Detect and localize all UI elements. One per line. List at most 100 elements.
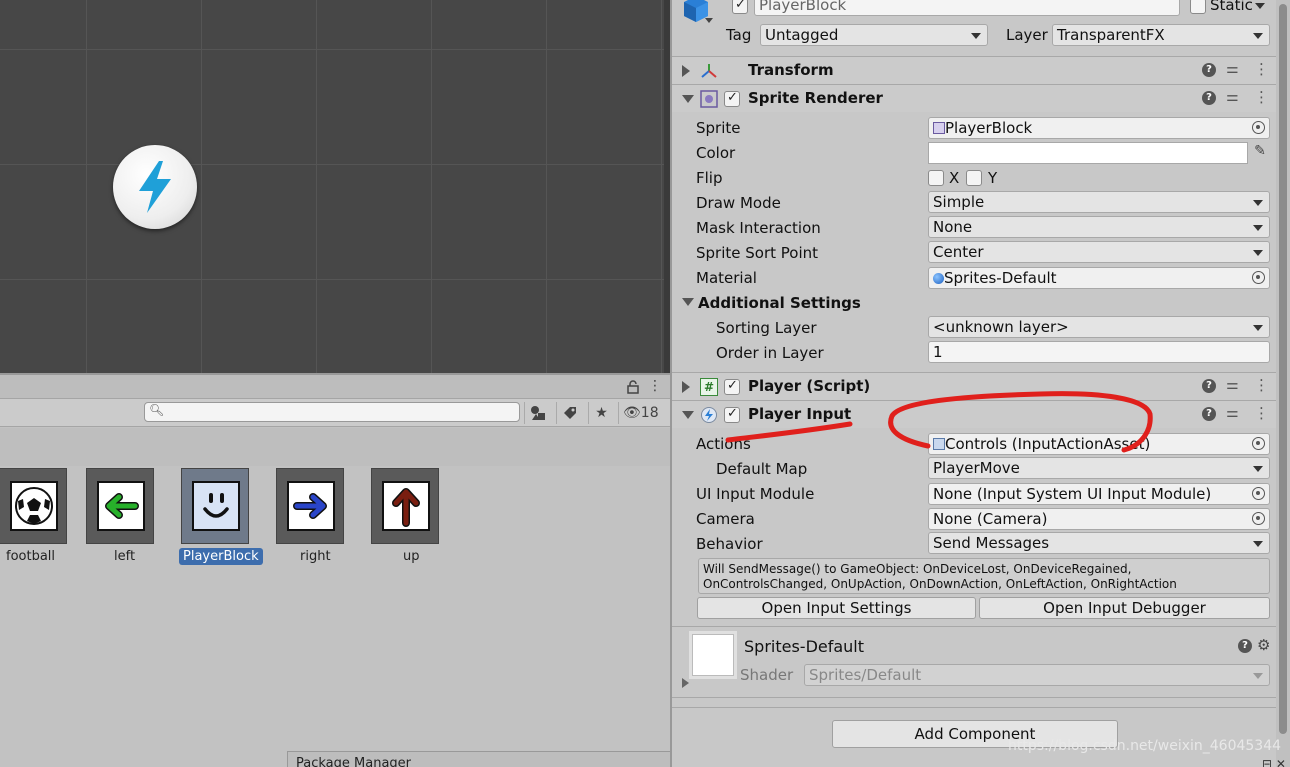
color-swatch[interactable] <box>928 142 1248 164</box>
asset-football[interactable]: football <box>0 468 96 568</box>
ui-input-module-field[interactable]: None (Input System UI Input Module) <box>928 483 1270 505</box>
foldout-arrow-icon[interactable] <box>682 298 694 306</box>
arrow-right-icon <box>287 481 335 531</box>
sorting-layer-dropdown[interactable]: <unknown layer> <box>928 316 1270 338</box>
foldout-arrow-icon[interactable] <box>682 95 694 103</box>
object-picker-icon[interactable] <box>1252 487 1265 500</box>
material-asset-icon <box>933 273 944 284</box>
filter-by-label-icon[interactable] <box>556 402 582 424</box>
asset-playerblock[interactable]: PlayerBlock <box>179 468 276 568</box>
sprite-renderer-enabled-checkbox[interactable] <box>724 90 740 107</box>
default-map-dropdown[interactable]: PlayerMove <box>928 457 1270 479</box>
grid-line <box>661 0 662 373</box>
search-input[interactable] <box>165 404 515 420</box>
help-icon[interactable]: ? <box>1202 407 1216 421</box>
open-input-debugger-button[interactable]: Open Input Debugger <box>979 597 1270 619</box>
asset-label: PlayerBlock <box>179 548 263 565</box>
help-icon[interactable]: ? <box>1202 91 1216 105</box>
grid-line <box>0 49 670 50</box>
flip-label: Flip <box>696 169 723 187</box>
material-field[interactable]: Sprites-Default <box>928 267 1270 289</box>
gameobject-active-checkbox[interactable] <box>732 0 748 14</box>
sprite-renderer-header[interactable]: Sprite Renderer ? ⚌ ⋮ <box>672 84 1276 112</box>
foldout-arrow-icon[interactable] <box>682 65 690 77</box>
player-input-header[interactable]: Player Input ? ⚌ ⋮ <box>672 400 1276 428</box>
asset-grid: football left PlayerBlock right up <box>0 466 670 767</box>
kebab-menu-icon[interactable]: ⋮ <box>1254 404 1269 422</box>
scene-view[interactable] <box>0 0 670 373</box>
order-in-layer-field[interactable]: 1 <box>928 341 1270 363</box>
help-text-line: Will SendMessage() to GameObject: OnDevi… <box>703 562 1132 576</box>
behavior-dropdown[interactable]: Send Messages <box>928 532 1270 554</box>
help-text-line: OnControlsChanged, OnUpAction, OnDownAct… <box>703 577 1177 591</box>
player-input-enabled-checkbox[interactable] <box>724 406 740 423</box>
mask-interaction-dropdown[interactable]: None <box>928 216 1270 238</box>
chevron-down-icon <box>1253 33 1263 39</box>
help-icon[interactable]: ? <box>1202 63 1216 77</box>
foldout-arrow-icon[interactable] <box>682 381 690 393</box>
gear-icon[interactable]: ⚙ <box>1257 636 1270 654</box>
asset-right[interactable]: right <box>276 468 372 568</box>
kebab-menu-icon[interactable]: ⋮ <box>1254 60 1269 78</box>
presets-icon[interactable]: ⚌ <box>1226 405 1239 421</box>
static-label: Static <box>1210 0 1253 14</box>
layer-dropdown[interactable]: TransparentFX <box>1052 24 1270 46</box>
icon-dropdown-caret[interactable] <box>705 18 713 23</box>
asset-thumbnail <box>181 468 249 544</box>
object-picker-icon[interactable] <box>1252 121 1265 134</box>
camera-field[interactable]: None (Camera) <box>928 508 1270 530</box>
player-sprite[interactable] <box>113 145 197 229</box>
flip-x-checkbox[interactable] <box>928 170 944 186</box>
hidden-packages-toggle[interactable]: 👁︎18 <box>618 402 666 424</box>
behavior-help-box: Will SendMessage() to GameObject: OnDevi… <box>698 558 1270 594</box>
component-title: Player (Script) <box>748 377 871 395</box>
kebab-menu-icon[interactable]: ⋮ <box>1254 376 1269 394</box>
grid-line <box>546 0 547 373</box>
asset-up[interactable]: up <box>371 468 467 568</box>
gameobject-name-field[interactable]: PlayerBlock <box>754 0 1180 16</box>
window-controls[interactable]: ⊟ ✕ <box>1262 757 1286 767</box>
transform-header[interactable]: Transform ? ⚌ ⋮ <box>672 56 1276 84</box>
lock-icon[interactable] <box>627 380 641 394</box>
chevron-down-icon <box>1253 673 1263 679</box>
package-manager-tab-label: Package Manager <box>296 756 412 767</box>
draw-mode-dropdown[interactable]: Simple <box>928 191 1270 213</box>
football-icon <box>10 481 58 531</box>
tag-dropdown[interactable]: Untagged <box>760 24 988 46</box>
package-manager-tab[interactable]: Package Manager <box>287 751 670 767</box>
flip-y-checkbox[interactable] <box>966 170 982 186</box>
sprite-sort-point-dropdown[interactable]: Center <box>928 241 1270 263</box>
asset-left[interactable]: left <box>86 468 182 568</box>
presets-icon[interactable]: ⚌ <box>1226 61 1239 77</box>
help-icon[interactable]: ? <box>1238 639 1252 653</box>
presets-icon[interactable]: ⚌ <box>1226 89 1239 105</box>
player-script-header[interactable]: # Player (Script) ? ⚌ ⋮ <box>672 372 1276 400</box>
object-picker-icon[interactable] <box>1252 512 1265 525</box>
shader-dropdown[interactable]: Sprites/Default <box>804 664 1270 686</box>
foldout-arrow-icon[interactable] <box>682 678 689 688</box>
inspector-scrollbar[interactable] <box>1276 0 1290 767</box>
foldout-arrow-icon[interactable] <box>682 411 694 419</box>
static-checkbox[interactable] <box>1190 0 1206 14</box>
kebab-menu-icon[interactable]: ⋮ <box>1254 88 1269 106</box>
scrollbar-thumb[interactable] <box>1279 4 1287 734</box>
presets-icon[interactable]: ⚌ <box>1226 377 1239 393</box>
filter-by-type-icon[interactable] <box>524 402 550 424</box>
layer-value: TransparentFX <box>1057 26 1165 44</box>
material-label: Material <box>696 269 757 287</box>
actions-field[interactable]: Controls (InputActionAsset) <box>928 433 1270 455</box>
object-picker-icon[interactable] <box>1252 271 1265 284</box>
help-icon[interactable]: ? <box>1202 379 1216 393</box>
kebab-menu-icon[interactable]: ⋮ <box>648 378 662 394</box>
order-in-layer-label: Order in Layer <box>716 344 824 362</box>
additional-settings-label[interactable]: Additional Settings <box>698 294 861 312</box>
eyedropper-icon[interactable]: ✎ <box>1250 143 1270 163</box>
grid-line <box>201 0 202 373</box>
static-dropdown-caret[interactable] <box>1255 3 1265 9</box>
object-picker-icon[interactable] <box>1252 437 1265 450</box>
favorite-star-icon[interactable]: ★ <box>588 402 614 424</box>
player-script-enabled-checkbox[interactable] <box>724 378 740 395</box>
sprite-field[interactable]: PlayerBlock <box>928 117 1270 139</box>
flip-y-label: Y <box>988 169 998 187</box>
open-input-settings-button[interactable]: Open Input Settings <box>697 597 976 619</box>
